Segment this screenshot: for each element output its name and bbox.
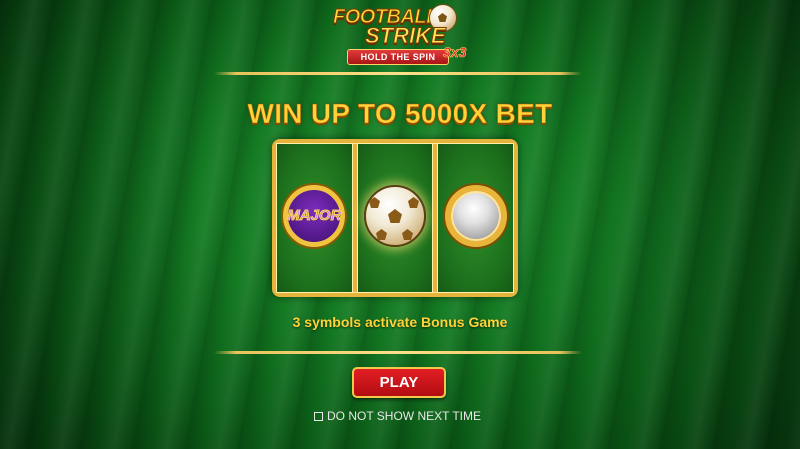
reel-3 (437, 143, 515, 293)
ball-patch (408, 197, 419, 208)
bottom-divider (214, 351, 582, 354)
logo-line-2: STRIKE (365, 23, 447, 49)
reel-frame: MAJOR (272, 139, 518, 297)
do-not-show-toggle[interactable]: DO NOT SHOW NEXT TIME (314, 409, 481, 423)
major-coin-icon: MAJOR (283, 185, 346, 247)
ball-patch (376, 229, 387, 240)
ball-patch (388, 209, 402, 223)
silver-coin-icon (444, 185, 507, 247)
top-divider (214, 72, 582, 75)
football-icon (364, 185, 426, 247)
play-button[interactable]: PLAY (352, 367, 446, 398)
logo-badge: 3x3 (443, 44, 467, 61)
game-logo: FOOTBALL STRIKE HOLD THE SPIN 3x3 (325, 4, 475, 68)
checkbox-icon[interactable] (314, 411, 323, 421)
ball-patch (369, 197, 380, 208)
bonus-caption: 3 symbols activate Bonus Game (292, 314, 508, 330)
do-not-show-label: DO NOT SHOW NEXT TIME (327, 409, 482, 423)
major-label: MAJOR (287, 207, 342, 225)
reel-1: MAJOR (276, 143, 353, 293)
headline: WIN UP TO 5000X BET (247, 98, 553, 130)
logo-ribbon: HOLD THE SPIN (347, 49, 449, 65)
ball-patch (402, 229, 413, 240)
reel-2 (356, 143, 434, 293)
